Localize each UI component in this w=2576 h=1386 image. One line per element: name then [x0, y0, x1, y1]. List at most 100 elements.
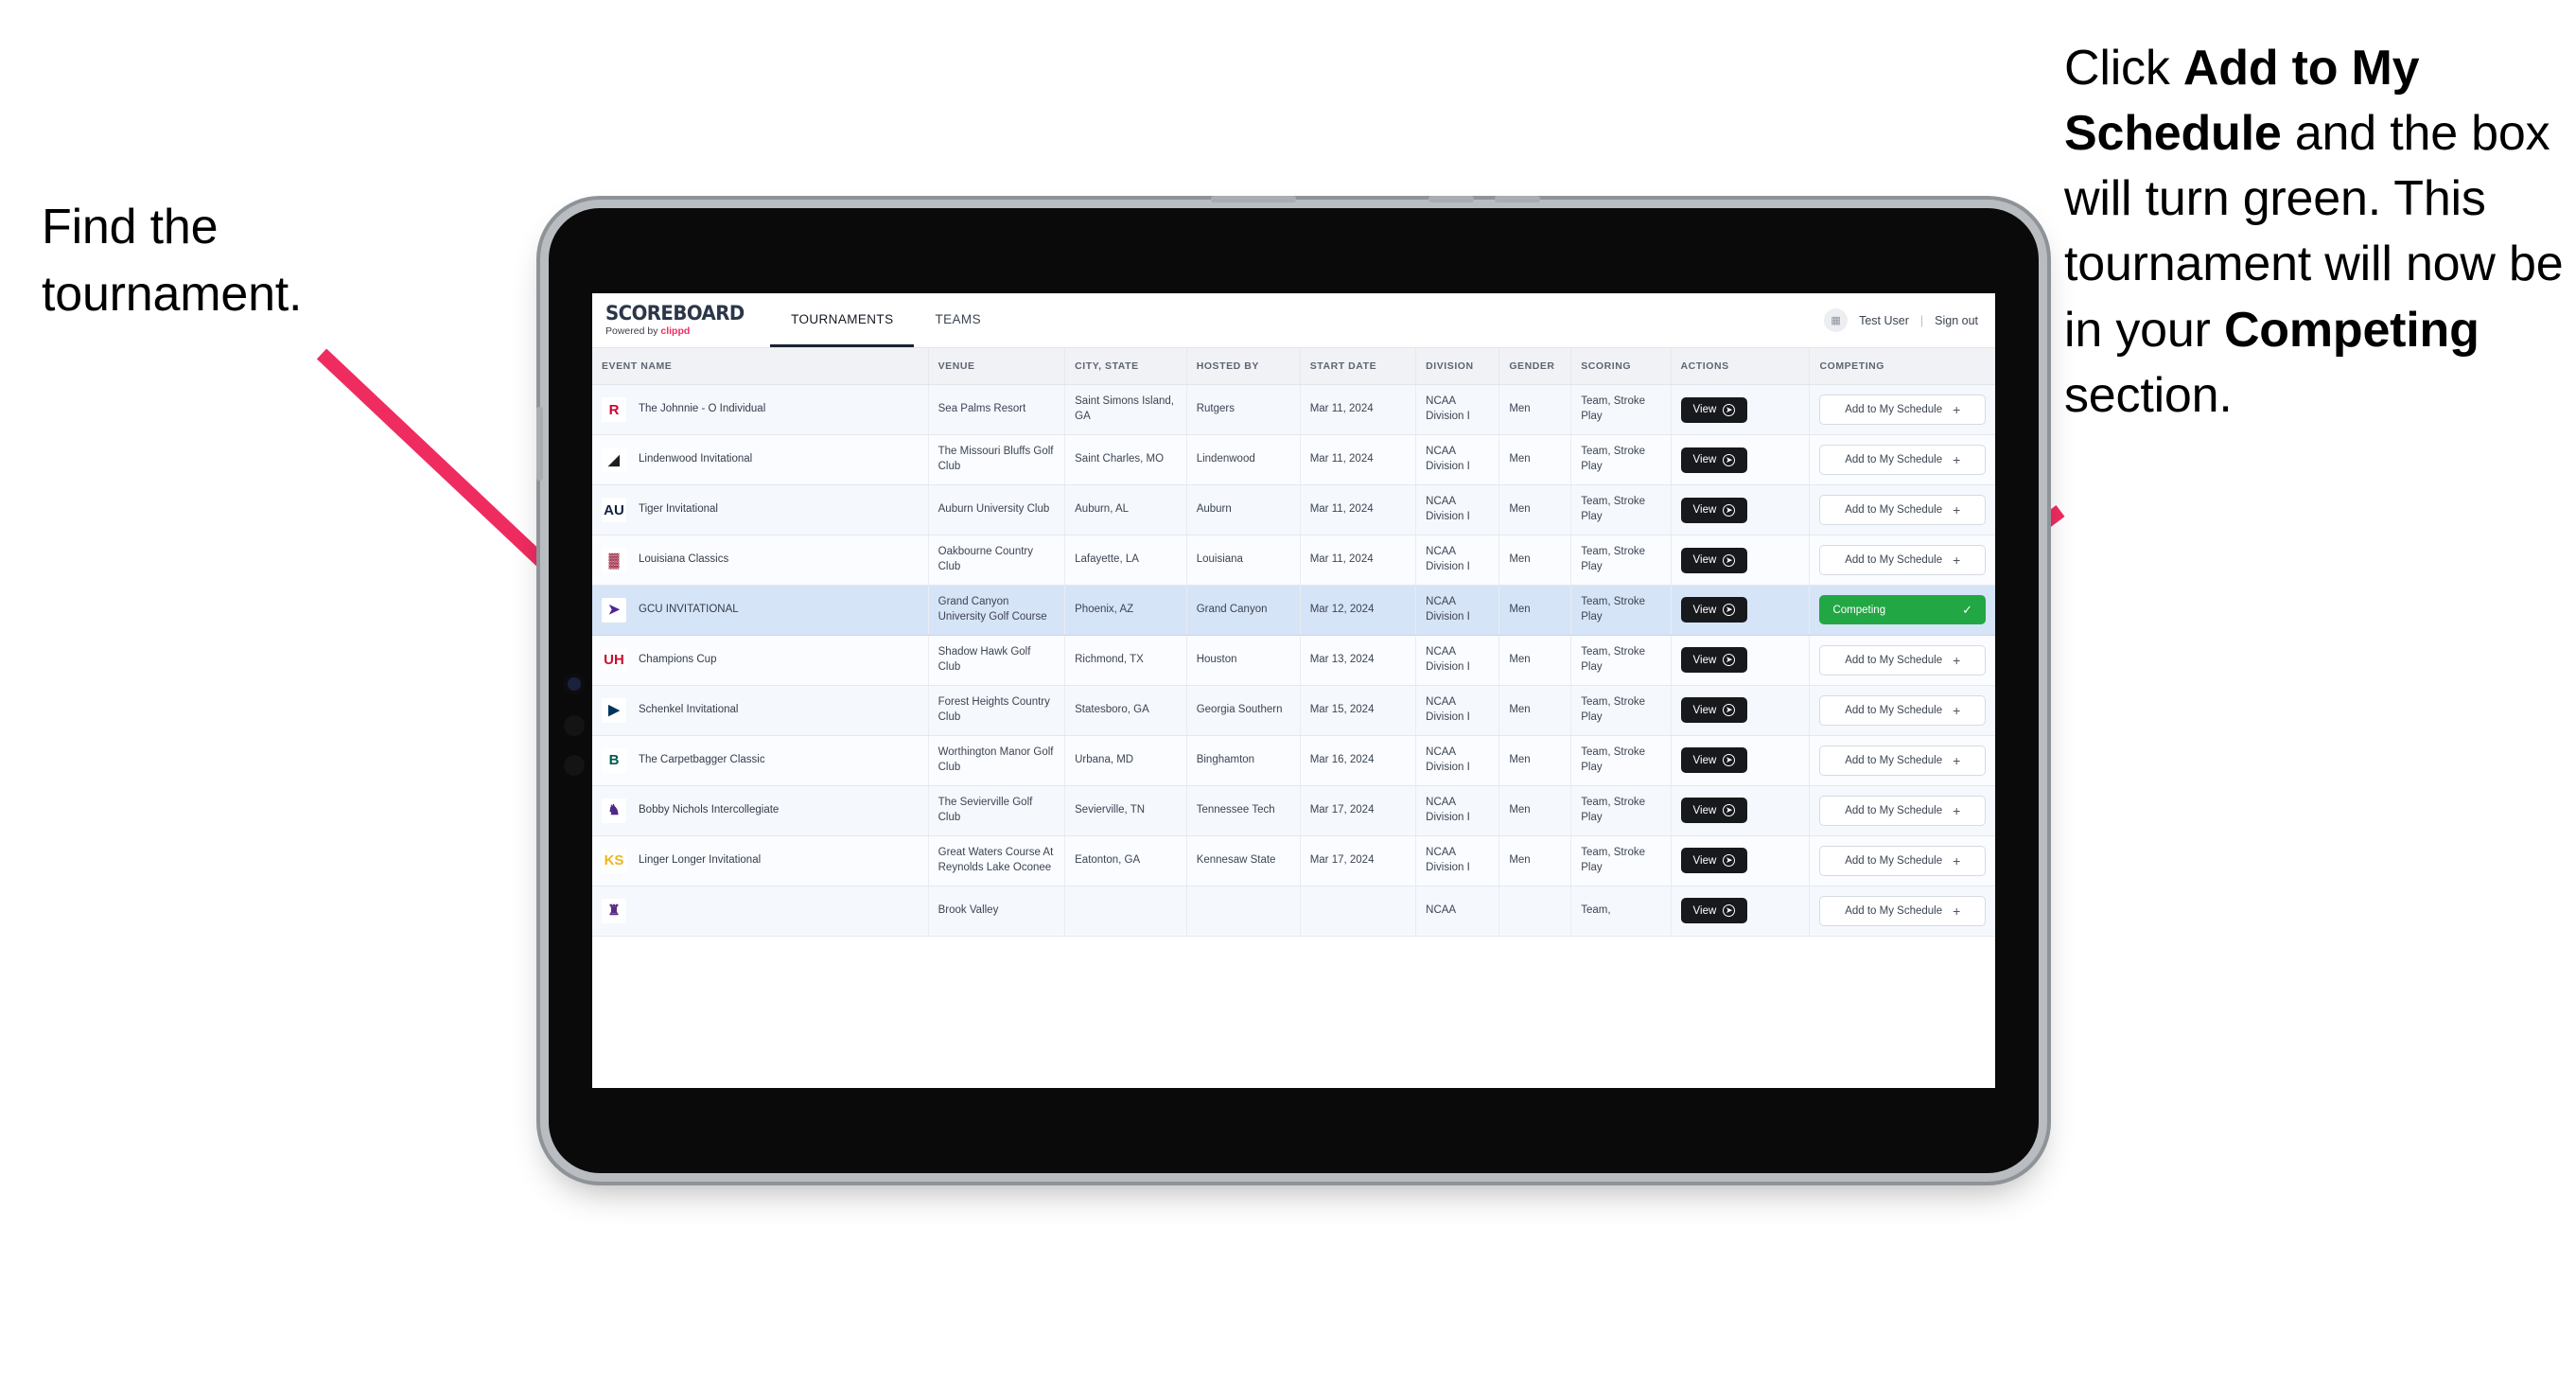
cell-gender: Men: [1498, 535, 1572, 586]
column-header-venue[interactable]: VENUE: [928, 348, 1066, 385]
cell-scoring: Team, Stroke Play: [1570, 484, 1672, 535]
arrow-right-circle-icon: ➤: [1723, 553, 1736, 567]
column-header-gender[interactable]: GENDER: [1498, 348, 1572, 385]
table-row[interactable]: ♜ Brook Valley NCAA Team, View ➤ Add to My Sch…: [592, 886, 1995, 937]
add-to-my-schedule-label: Add to My Schedule: [1845, 904, 1943, 917]
table-row[interactable]: ▓ Louisiana Classics Oakbourne Country Clu…: [592, 535, 1995, 586]
cell-venue: Grand Canyon University Golf Course: [928, 585, 1066, 636]
sign-out-link[interactable]: Sign out: [1935, 314, 1978, 327]
column-header-city-state[interactable]: CITY, STATE: [1064, 348, 1187, 385]
table-row[interactable]: B The Carpetbagger Classic Worthington Man…: [592, 735, 1995, 786]
view-button[interactable]: View ➤: [1680, 848, 1748, 874]
view-button[interactable]: View ➤: [1680, 396, 1748, 423]
header-user-area: ▦ Test User | Sign out: [1824, 293, 1995, 347]
event-name-label: The Johnnie - O Individual: [639, 403, 766, 415]
plus-icon: +: [1953, 553, 1961, 568]
team-logo-icon: ➤: [602, 597, 626, 623]
add-to-my-schedule-button[interactable]: Add to My Schedule +: [1819, 445, 1986, 475]
add-to-my-schedule-label: Add to My Schedule: [1845, 654, 1943, 666]
view-button[interactable]: View ➤: [1680, 447, 1748, 473]
view-button[interactable]: View ➤: [1680, 497, 1748, 523]
brand-logo[interactable]: SCOREBOARD Powered by clippd: [592, 293, 770, 347]
column-header-event-name[interactable]: EVENT NAME: [592, 348, 929, 385]
view-button[interactable]: View ➤: [1680, 798, 1748, 824]
cell-event-name: ♞ Bobby Nichols Intercollegiate: [592, 785, 929, 836]
cell-hosted-by: Auburn: [1186, 484, 1301, 535]
tab-tournaments[interactable]: TOURNAMENTS: [770, 293, 915, 347]
table-row[interactable]: UH Champions Cup Shadow Hawk Golf Club Rich…: [592, 635, 1995, 686]
cell-actions: View ➤: [1671, 886, 1811, 937]
tab-teams[interactable]: TEAMS: [914, 293, 1002, 347]
view-button[interactable]: View ➤: [1680, 597, 1748, 623]
cell-scoring: Team, Stroke Play: [1570, 535, 1672, 586]
arrow-right-circle-icon: ➤: [1723, 503, 1736, 517]
add-to-my-schedule-label: Add to My Schedule: [1845, 754, 1943, 766]
add-to-my-schedule-label: Add to My Schedule: [1845, 504, 1943, 516]
add-to-my-schedule-button[interactable]: Add to My Schedule +: [1819, 845, 1986, 876]
table-row[interactable]: ♞ Bobby Nichols Intercollegiate The Sevier…: [592, 785, 1995, 836]
arrow-right-circle-icon: ➤: [1723, 704, 1736, 717]
add-to-my-schedule-button[interactable]: Add to My Schedule +: [1819, 644, 1986, 675]
device-button-top-2[interactable]: [1428, 196, 1474, 202]
add-to-my-schedule-button[interactable]: Add to My Schedule +: [1819, 694, 1986, 726]
table-row[interactable]: KS Linger Longer Invitational Great Waters…: [592, 835, 1995, 886]
add-to-my-schedule-label: Add to My Schedule: [1845, 454, 1943, 465]
cell-hosted-by: Louisiana: [1186, 535, 1301, 586]
cell-venue: Shadow Hawk Golf Club: [928, 635, 1066, 686]
view-button[interactable]: View ➤: [1680, 898, 1748, 924]
add-to-my-schedule-button[interactable]: Add to My Schedule +: [1819, 895, 1986, 926]
cell-actions: View ➤: [1671, 785, 1811, 836]
add-to-my-schedule-button[interactable]: Add to My Schedule +: [1819, 545, 1986, 575]
column-header-scoring[interactable]: SCORING: [1570, 348, 1672, 385]
brand-tagline-clippd: clippd: [660, 325, 691, 338]
cell-hosted-by: Kennesaw State: [1186, 835, 1301, 886]
cell-competing: Add to My Schedule +: [1809, 635, 1995, 686]
add-to-my-schedule-button[interactable]: Add to My Schedule +: [1819, 745, 1986, 776]
cell-actions: View ➤: [1671, 535, 1811, 586]
competing-button[interactable]: Competing ✓: [1819, 595, 1986, 625]
team-logo-icon: ◢: [602, 447, 626, 472]
team-logo-icon: ▶: [602, 697, 626, 723]
sensor-icon-2: [564, 755, 585, 776]
cell-scoring: Team, Stroke Play: [1570, 735, 1672, 786]
table-header: EVENT NAME VENUE CITY, STATE HOSTED BY S…: [592, 348, 1995, 385]
table-row[interactable]: ◢ Lindenwood Invitational The Missouri Blu…: [592, 434, 1995, 485]
cell-start-date: Mar 16, 2024: [1300, 735, 1417, 786]
cell-city-state: Saint Charles, MO: [1064, 434, 1187, 485]
column-header-start-date[interactable]: START DATE: [1300, 348, 1417, 385]
table-row[interactable]: AU Tiger Invitational Auburn University Cl…: [592, 484, 1995, 535]
view-button[interactable]: View ➤: [1680, 647, 1748, 674]
view-button[interactable]: View ➤: [1680, 547, 1748, 573]
user-avatar-icon[interactable]: ▦: [1824, 308, 1849, 332]
add-to-my-schedule-button[interactable]: Add to My Schedule +: [1819, 395, 1986, 425]
table-row[interactable]: ▶ Schenkel Invitational Forest Heights Cou…: [592, 685, 1995, 736]
cell-event-name: R The Johnnie - O Individual: [592, 384, 929, 435]
cell-start-date: Mar 11, 2024: [1300, 535, 1417, 586]
column-header-division[interactable]: DIVISION: [1415, 348, 1500, 385]
arrow-right-circle-icon: ➤: [1723, 754, 1736, 767]
table-row[interactable]: R The Johnnie - O Individual Sea Palms Res…: [592, 384, 1995, 435]
user-name[interactable]: Test User: [1859, 314, 1909, 327]
event-name-label: Lindenwood Invitational: [639, 453, 753, 465]
view-button[interactable]: View ➤: [1680, 747, 1748, 774]
cell-venue: Sea Palms Resort: [928, 384, 1066, 435]
device-button-top-3[interactable]: [1495, 196, 1540, 202]
view-button[interactable]: View ➤: [1680, 697, 1748, 724]
column-header-hosted-by[interactable]: HOSTED BY: [1186, 348, 1301, 385]
device-button-left[interactable]: [536, 407, 543, 481]
add-to-my-schedule-button[interactable]: Add to My Schedule +: [1819, 795, 1986, 826]
cell-event-name: ➤ GCU INVITATIONAL: [592, 585, 929, 636]
competing-label: Competing: [1832, 604, 1886, 616]
plus-icon: +: [1953, 802, 1961, 818]
cell-division: NCAA Division I: [1415, 685, 1500, 736]
brand-tagline-prefix: Powered by: [605, 325, 661, 338]
add-to-my-schedule-button[interactable]: Add to My Schedule +: [1819, 495, 1986, 525]
cell-scoring: Team, Stroke Play: [1570, 434, 1672, 485]
cell-hosted-by: Houston: [1186, 635, 1301, 686]
cell-event-name: AU Tiger Invitational: [592, 484, 929, 535]
annotation-right-bold2: Competing: [2223, 302, 2480, 358]
table-row[interactable]: ➤ GCU INVITATIONAL Grand Canyon University…: [592, 585, 1995, 636]
device-button-top-1[interactable]: [1211, 196, 1296, 202]
team-logo-icon: ▓: [602, 548, 626, 572]
cell-division: NCAA Division I: [1415, 735, 1500, 786]
